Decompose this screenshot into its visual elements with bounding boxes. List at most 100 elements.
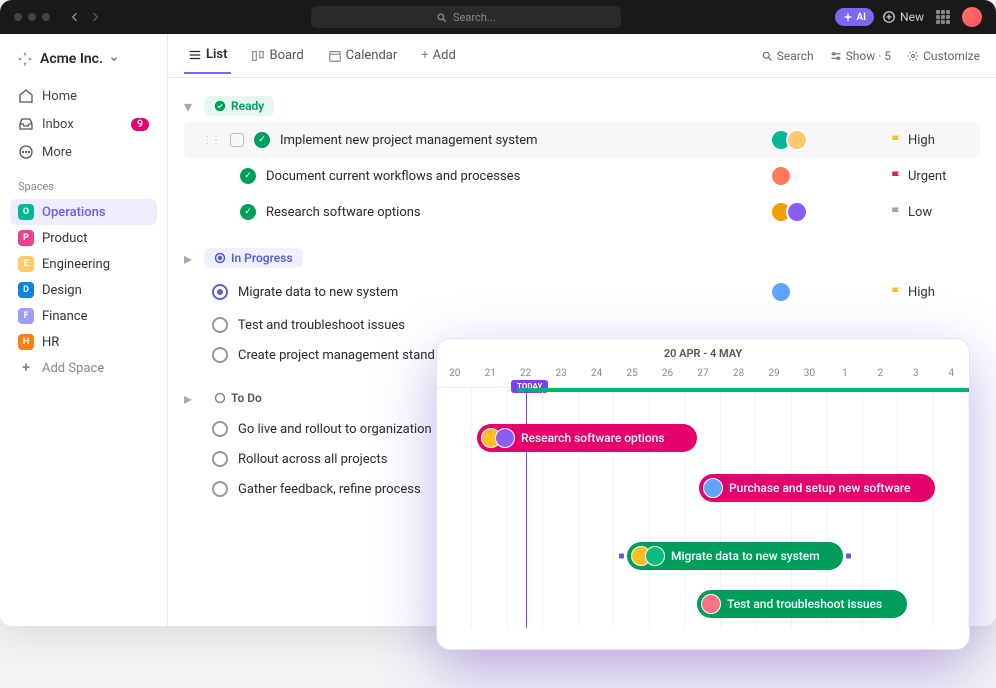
space-badge: P [18,230,34,246]
row-checkbox[interactable] [230,133,244,147]
avatar [703,478,723,498]
sidebar-space-engineering[interactable]: EEngineering [10,251,157,277]
sidebar-space-hr[interactable]: HHR [10,329,157,355]
gantt-bar[interactable]: Test and troubleshoot issues [697,590,907,618]
avatar [495,428,515,448]
task-row[interactable]: Test and troubleshoot issues [184,310,980,340]
new-button[interactable]: New [882,10,924,24]
task-status-icon[interactable]: ✓ [240,168,256,184]
priority-cell[interactable]: High [890,133,980,148]
view-tab-board[interactable]: Board [247,48,307,73]
gantt-date-header: TODAY 20212223242526272829301234 [437,364,969,388]
gantt-date: 2 [863,364,898,387]
sidebar-inbox[interactable]: Inbox 9 [10,110,157,138]
assignees[interactable] [770,129,860,151]
calendar-icon [328,49,342,63]
toolbar-customize[interactable]: Customize [907,49,980,63]
back-button[interactable] [68,10,82,24]
gantt-date: 30 [792,364,827,387]
assignees[interactable] [770,201,860,223]
gantt-date: 4 [934,364,969,387]
forward-button[interactable] [88,10,102,24]
task-status-icon[interactable] [212,347,228,363]
avatar [770,165,792,187]
task-name: Document current workflows and processes [266,169,760,184]
task-status-icon[interactable] [212,481,228,497]
space-badge: O [18,204,34,220]
add-view-button[interactable]: + Add [417,48,460,73]
collapse-caret[interactable]: ▸ [184,249,196,268]
gantt-bar[interactable]: Research software options [477,424,697,452]
space-label: Engineering [42,257,110,272]
gantt-date: 26 [650,364,685,387]
window-controls [14,13,50,21]
task-name: Test and troubleshoot issues [238,318,980,333]
view-tab-list[interactable]: List [184,47,231,74]
gantt-bar[interactable]: Purchase and setup new software [699,474,935,502]
avatar [786,129,808,151]
priority-cell[interactable]: High [890,285,980,300]
gantt-body[interactable]: Research software options Purchase and s… [437,388,969,628]
toolbar-show[interactable]: Show · 5 [830,49,891,63]
task-row[interactable]: Migrate data to new system High [184,274,980,310]
task-status-icon[interactable] [212,284,228,300]
group-ready: ▾ Ready ⋮⋮✓Implement new project managem… [184,90,980,230]
task-status-icon[interactable]: ✓ [254,132,270,148]
priority-cell[interactable]: Low [890,205,980,220]
close-window[interactable] [14,13,22,21]
task-status-icon[interactable] [212,451,228,467]
avatar [645,546,665,566]
sidebar-more[interactable]: More [10,138,157,166]
priority-label: High [908,285,935,300]
ai-button[interactable]: AI [835,8,874,26]
toolbar-search[interactable]: Search [761,49,814,63]
task-status-icon[interactable]: ✓ [240,204,256,220]
assignees[interactable] [770,281,860,303]
sidebar-space-design[interactable]: DDesign [10,277,157,303]
maximize-window[interactable] [42,13,50,21]
gantt-bar[interactable]: Migrate data to new system [627,542,843,570]
priority-label: Urgent [908,169,946,184]
space-badge: H [18,334,34,350]
global-search[interactable]: Search... [311,6,621,28]
view-tab-calendar[interactable]: Calendar [324,48,402,73]
status-pill-ready[interactable]: Ready [204,96,274,116]
priority-cell[interactable]: Urgent [890,169,980,184]
resize-handle[interactable] [619,554,624,559]
gantt-date: 21 [472,364,507,387]
space-badge: F [18,308,34,324]
plus-icon: + [18,360,34,376]
sidebar-home[interactable]: Home [10,82,157,110]
status-pill-in-progress[interactable]: In Progress [204,248,303,268]
titlebar: Search... AI New [0,0,996,34]
collapse-caret[interactable]: ▸ [184,389,196,408]
resize-handle[interactable] [846,554,851,559]
task-name: Migrate data to new system [238,285,760,300]
collapse-caret[interactable]: ▾ [184,97,196,116]
sidebar-space-operations[interactable]: OOperations [10,199,157,225]
task-row[interactable]: ⋮⋮✓Implement new project management syst… [184,122,980,158]
status-pill-todo[interactable]: To Do [204,388,272,408]
nav-arrows [68,10,102,24]
task-status-icon[interactable] [212,317,228,333]
assignees[interactable] [770,165,860,187]
chevron-down-icon [109,54,119,64]
task-row[interactable]: ✓Research software optionsLow [184,194,980,230]
avatar [701,594,721,614]
sidebar-space-product[interactable]: P Product [10,225,157,251]
progress-icon [214,252,226,264]
workspace-switcher[interactable]: Acme Inc. [10,46,157,72]
task-status-icon[interactable] [212,421,228,437]
check-circle-icon [214,100,226,112]
user-avatar[interactable] [962,7,982,27]
minimize-window[interactable] [28,13,36,21]
gear-icon [907,50,919,62]
task-row[interactable]: ✓ Document current workflows and processe… [184,158,980,194]
apps-icon[interactable] [936,10,950,24]
sidebar-space-finance[interactable]: FFinance [10,303,157,329]
drag-handle[interactable]: ⋮⋮ [202,135,220,146]
space-label: Product [42,231,87,246]
gantt-date: 23 [543,364,578,387]
gantt-date: 20 [437,364,472,387]
add-space-button[interactable]: + Add Space [10,355,157,381]
